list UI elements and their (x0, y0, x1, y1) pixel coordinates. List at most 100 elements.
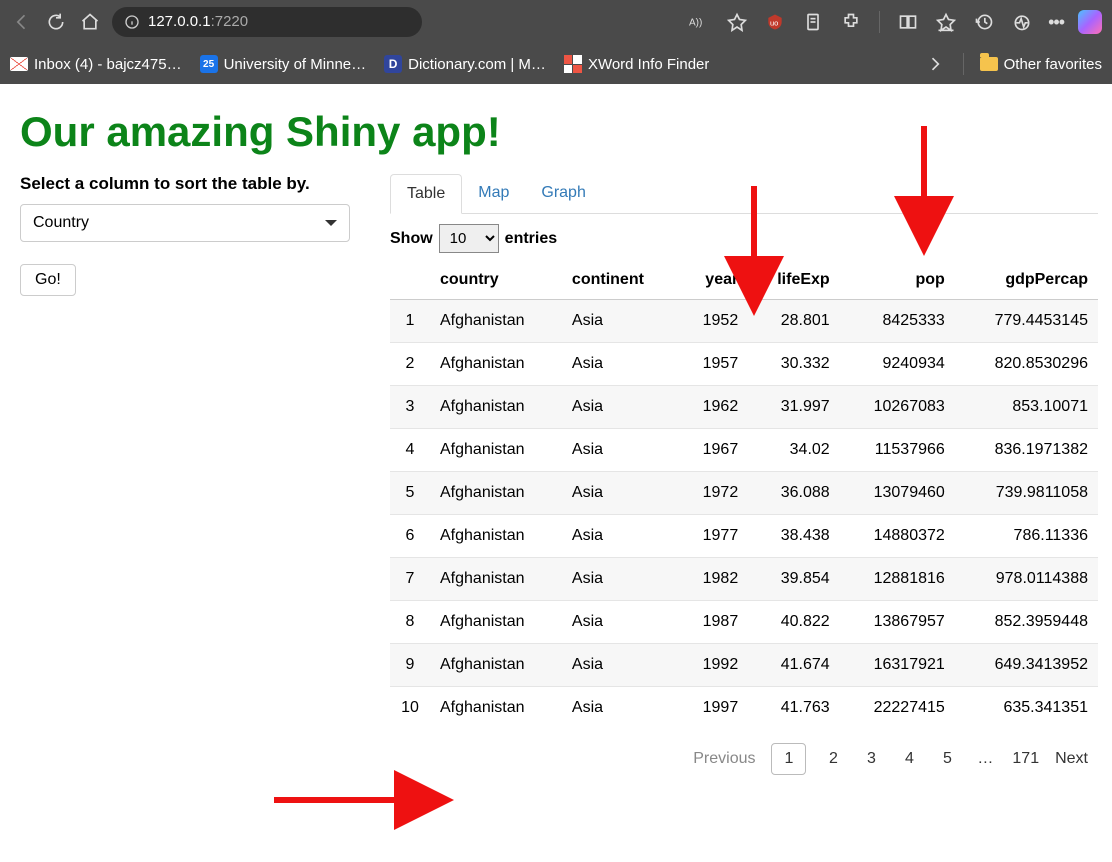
split-screen-icon[interactable] (896, 10, 920, 34)
bookmark-item[interactable]: XWord Info Finder (564, 55, 709, 73)
cell: 10267083 (840, 386, 955, 429)
cell: Afghanistan (430, 429, 562, 472)
tabset: TableMapGraph (390, 174, 1098, 214)
entries-select[interactable]: 102550100 (439, 224, 499, 253)
star-icon[interactable] (725, 10, 749, 34)
home-icon[interactable] (78, 10, 102, 34)
show-prefix: Show (390, 230, 433, 248)
table-row: 1AfghanistanAsia195228.8018425333779.445… (390, 300, 1098, 343)
calendar-icon: 25 (200, 55, 218, 73)
tab-map[interactable]: Map (462, 174, 525, 213)
go-button[interactable]: Go! (20, 264, 76, 296)
favorites-icon[interactable] (934, 10, 958, 34)
extensions-icon[interactable] (839, 10, 863, 34)
cell: 34.02 (748, 429, 839, 472)
address-bar[interactable]: 127.0.0.1:7220 (112, 7, 422, 37)
page-icon[interactable] (801, 10, 825, 34)
table-row: 9AfghanistanAsia199241.67416317921649.34… (390, 644, 1098, 687)
pager-page[interactable]: 1 (771, 743, 806, 775)
cell: 13867957 (840, 601, 955, 644)
cell: Asia (562, 429, 678, 472)
page-title: Our amazing Shiny app! (20, 108, 1098, 156)
performance-icon[interactable] (1010, 10, 1034, 34)
table-row: 6AfghanistanAsia197738.43814880372786.11… (390, 515, 1098, 558)
col-index[interactable] (390, 261, 430, 300)
cell: Asia (562, 687, 678, 730)
cell: 6 (390, 515, 430, 558)
cell: Afghanistan (430, 515, 562, 558)
cell: 786.11336 (955, 515, 1098, 558)
select-value: Country (33, 214, 89, 232)
show-suffix: entries (505, 230, 557, 248)
separator (963, 53, 964, 75)
cell: Asia (562, 343, 678, 386)
cell: 16317921 (840, 644, 955, 687)
other-favorites[interactable]: Other favorites (980, 56, 1102, 73)
overflow-icon[interactable] (923, 52, 947, 76)
cell: 8425333 (840, 300, 955, 343)
cell: 853.10071 (955, 386, 1098, 429)
table-row: 8AfghanistanAsia198740.82213867957852.39… (390, 601, 1098, 644)
pager-page: … (974, 750, 996, 768)
cell: 1957 (678, 343, 748, 386)
cell: 1952 (678, 300, 748, 343)
cell: 739.9811058 (955, 472, 1098, 515)
cell: 39.854 (748, 558, 839, 601)
cell: 5 (390, 472, 430, 515)
cell: 1972 (678, 472, 748, 515)
tab-table[interactable]: Table (390, 174, 462, 214)
cell: 1987 (678, 601, 748, 644)
main-panel: TableMapGraph Show 102550100 entries cou… (390, 174, 1098, 775)
address-host: 127.0.0.1 (148, 13, 211, 30)
bookmark-label: XWord Info Finder (588, 56, 709, 73)
back-icon[interactable] (10, 10, 34, 34)
refresh-icon[interactable] (44, 10, 68, 34)
adblock-icon[interactable]: uo (763, 10, 787, 34)
cell: Afghanistan (430, 558, 562, 601)
pager-page[interactable]: 171 (1012, 750, 1039, 768)
pager-page[interactable]: 2 (822, 750, 844, 768)
cell: Asia (562, 300, 678, 343)
bookmark-item[interactable]: 25 University of Minne… (200, 55, 367, 73)
cell: Afghanistan (430, 601, 562, 644)
data-table: countrycontinentyearlifeExppopgdpPercap … (390, 261, 1098, 729)
col-lifeExp[interactable]: lifeExp (748, 261, 839, 300)
pager-page[interactable]: 5 (936, 750, 958, 768)
info-icon (124, 14, 140, 30)
col-country[interactable]: country (430, 261, 562, 300)
cell: Afghanistan (430, 687, 562, 730)
table-row: 10AfghanistanAsia199741.76322227415635.3… (390, 687, 1098, 730)
bookmarks-bar: Inbox (4) - bajcz475… 25 University of Min… (0, 44, 1112, 84)
pager-page[interactable]: 4 (898, 750, 920, 768)
cell: Asia (562, 644, 678, 687)
bookmark-item[interactable]: DDictionary.com | M… (384, 55, 546, 73)
col-continent[interactable]: continent (562, 261, 678, 300)
cell: 22227415 (840, 687, 955, 730)
col-pop[interactable]: pop (840, 261, 955, 300)
cell: Asia (562, 472, 678, 515)
table-row: 3AfghanistanAsia196231.99710267083853.10… (390, 386, 1098, 429)
cell: 36.088 (748, 472, 839, 515)
col-year[interactable]: year (678, 261, 748, 300)
other-favorites-label: Other favorites (1004, 56, 1102, 73)
pager-page[interactable]: 3 (860, 750, 882, 768)
read-aloud-icon[interactable]: A)) (687, 10, 711, 34)
cell: 1 (390, 300, 430, 343)
history-icon[interactable] (972, 10, 996, 34)
cell: Afghanistan (430, 300, 562, 343)
cell: 1997 (678, 687, 748, 730)
pager-prev[interactable]: Previous (693, 750, 755, 768)
bookmark-item[interactable]: Inbox (4) - bajcz475… (10, 55, 182, 73)
col-gdpPercap[interactable]: gdpPercap (955, 261, 1098, 300)
cell: 9 (390, 644, 430, 687)
cell: 3 (390, 386, 430, 429)
sort-column-select[interactable]: Country (20, 204, 350, 242)
dictionary-icon: D (384, 55, 402, 73)
pager-next[interactable]: Next (1055, 750, 1088, 768)
bookmark-label: University of Minne… (224, 56, 367, 73)
cell: 2 (390, 343, 430, 386)
copilot-icon[interactable] (1078, 10, 1102, 34)
cell: 9240934 (840, 343, 955, 386)
more-icon[interactable]: ••• (1048, 12, 1064, 33)
tab-graph[interactable]: Graph (525, 174, 601, 213)
